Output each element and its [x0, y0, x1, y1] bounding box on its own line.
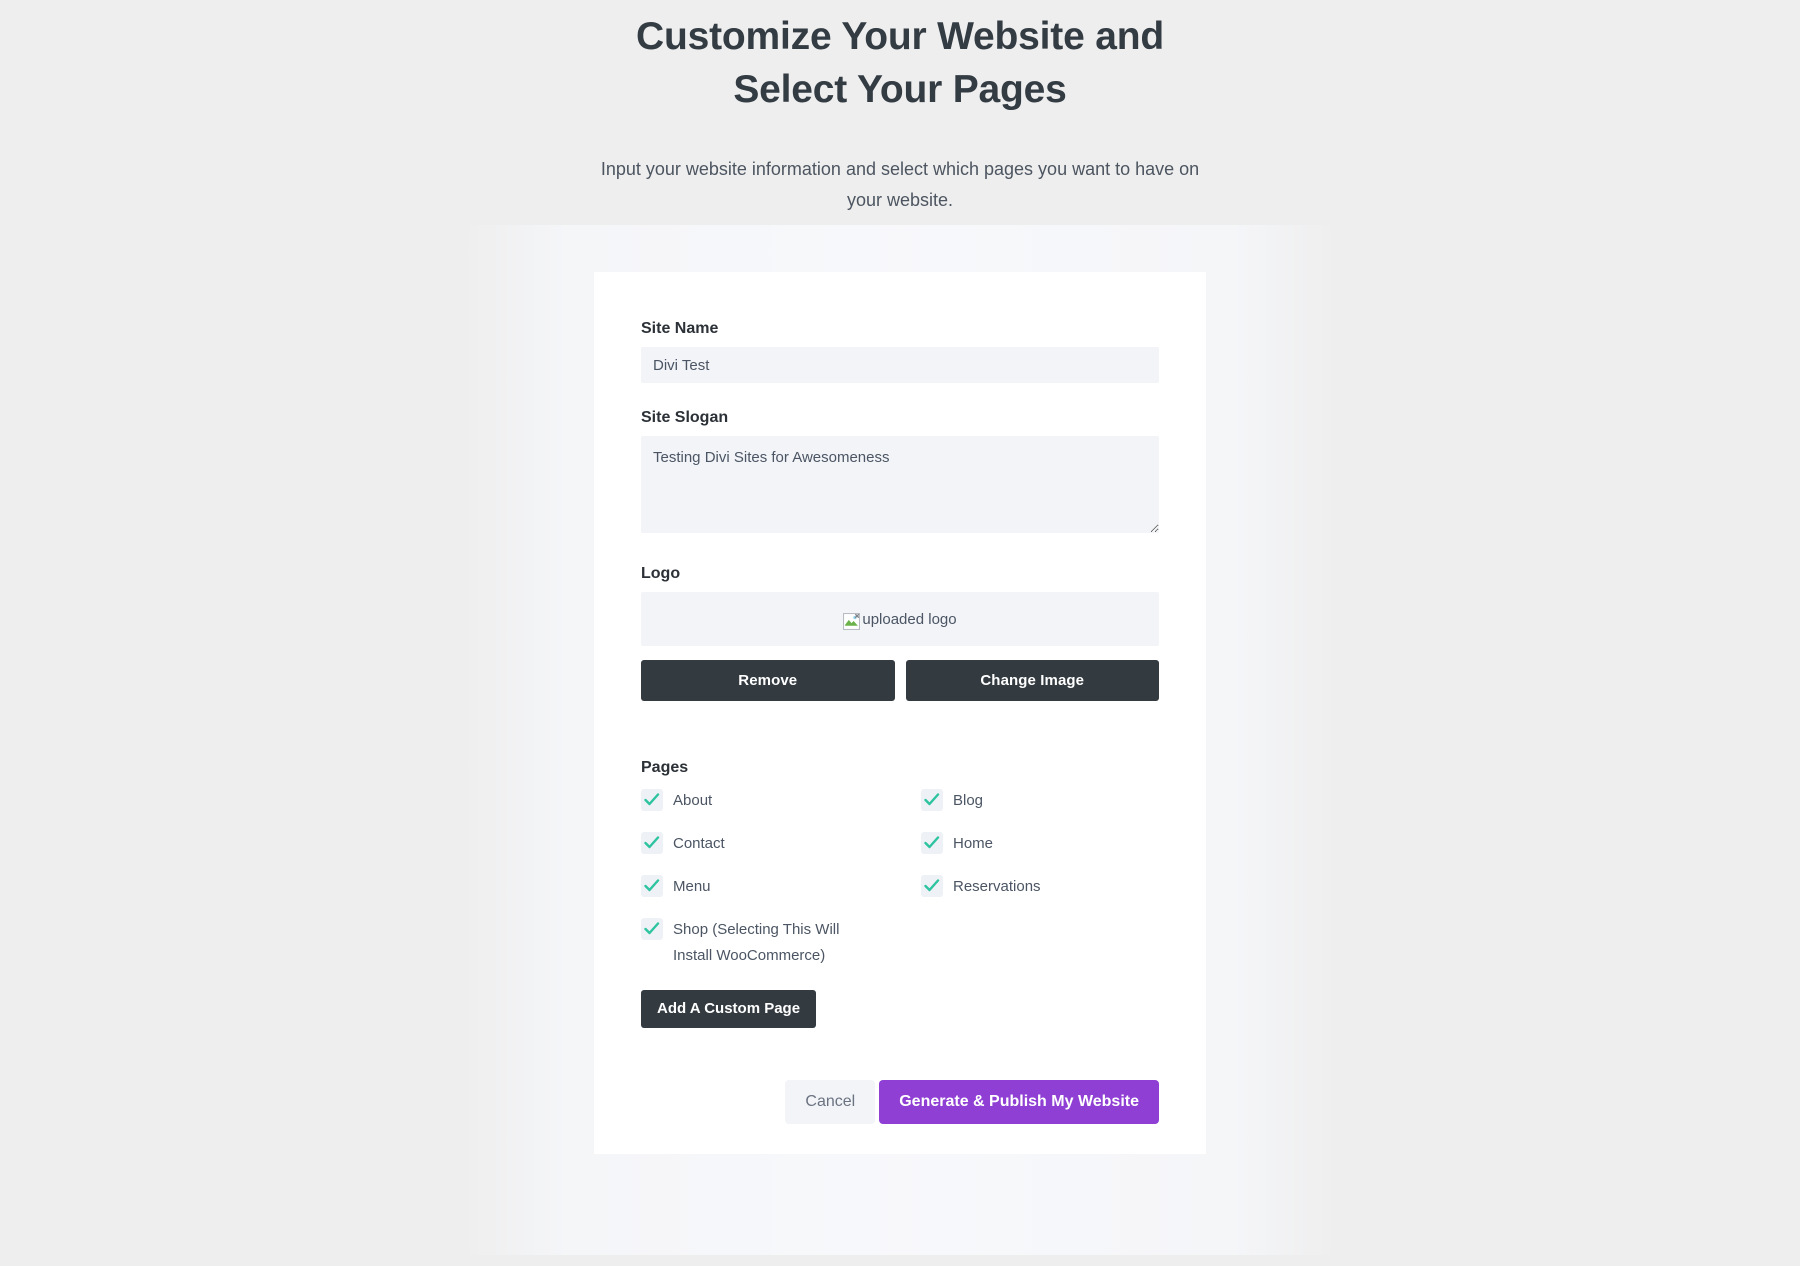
page-option-home[interactable]: Home: [921, 831, 1159, 857]
logo-preview: uploaded logo: [641, 592, 1159, 646]
page-title: Customize Your Website and Select Your P…: [600, 10, 1200, 116]
page-option-about[interactable]: About: [641, 788, 921, 814]
card-actions: Cancel Generate & Publish My Website: [641, 1080, 1159, 1124]
pages-section: Pages About Blog Contact Home Menu Reser…: [641, 759, 1159, 1028]
site-slogan-label: Site Slogan: [641, 409, 729, 426]
checkbox-about[interactable]: [641, 789, 663, 811]
page-option-label-blog: Blog: [953, 792, 984, 809]
site-name-field-group: Site Name: [641, 320, 1159, 383]
remove-logo-button[interactable]: Remove: [641, 660, 895, 701]
broken-image-icon: [843, 612, 861, 630]
checkbox-home[interactable]: [921, 832, 943, 854]
generate-publish-button[interactable]: Generate & Publish My Website: [879, 1080, 1159, 1124]
logo-field-group: Logo uploaded logo Remove Change Image: [641, 565, 1159, 701]
page-option-label-home: Home: [953, 835, 994, 852]
setup-card: Site Name Site Slogan Logo uploade: [594, 272, 1206, 1154]
page-header: Customize Your Website and Select Your P…: [0, 0, 1800, 216]
pages-grid: About Blog Contact Home Menu Reservation…: [641, 788, 1159, 986]
checkbox-blog[interactable]: [921, 789, 943, 811]
logo-label: Logo: [641, 565, 681, 582]
add-custom-page-button[interactable]: Add A Custom Page: [641, 990, 817, 1028]
page-title-line-1: Customize Your Website and: [636, 15, 1164, 58]
page-option-reservations[interactable]: Reservations: [921, 874, 1159, 900]
site-name-label: Site Name: [641, 320, 719, 337]
cancel-button[interactable]: Cancel: [785, 1080, 876, 1124]
site-slogan-field-group: Site Slogan: [641, 409, 1159, 533]
page-option-shop[interactable]: Shop (Selecting This Will Install WooCom…: [641, 917, 921, 969]
page-option-label-shop: Shop (Selecting This Will Install WooCom…: [673, 921, 840, 964]
checkbox-contact[interactable]: [641, 832, 663, 854]
page-title-line-2: Select Your Pages: [733, 68, 1067, 111]
page-option-label-contact: Contact: [673, 835, 725, 852]
change-image-button[interactable]: Change Image: [905, 660, 1159, 701]
logo-alt-text: uploaded logo: [862, 610, 957, 628]
page-option-label-menu: Menu: [673, 878, 711, 895]
logo-buttons: Remove Change Image: [641, 660, 1159, 701]
page-viewport: Customize Your Website and Select Your P…: [0, 0, 1800, 1255]
checkbox-reservations[interactable]: [921, 875, 943, 897]
checkbox-menu[interactable]: [641, 875, 663, 897]
page-option-blog[interactable]: Blog: [921, 788, 1159, 814]
page-subtitle: Input your website information and selec…: [600, 159, 1200, 210]
pages-label: Pages: [641, 759, 689, 776]
checkbox-shop[interactable]: [641, 918, 663, 940]
page-option-menu[interactable]: Menu: [641, 874, 921, 900]
page-option-contact[interactable]: Contact: [641, 831, 921, 857]
site-name-input[interactable]: [641, 347, 1159, 383]
site-slogan-textarea[interactable]: [641, 436, 1159, 533]
page-option-label-reservations: Reservations: [953, 878, 1041, 895]
page-option-label-about: About: [673, 792, 713, 809]
